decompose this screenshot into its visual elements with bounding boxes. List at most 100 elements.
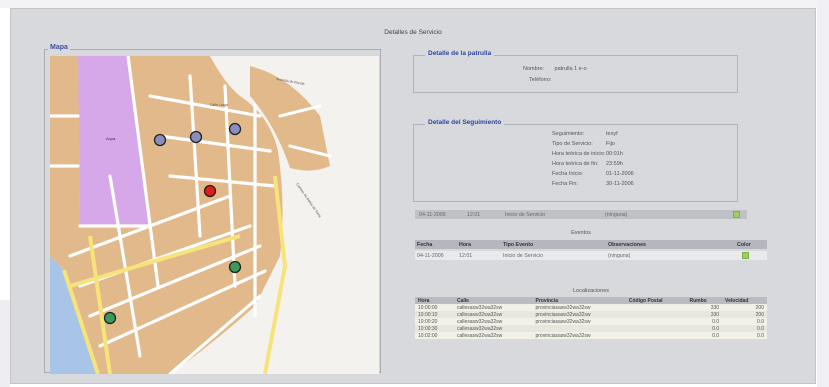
loc-hora: 10:00:00 (418, 304, 438, 311)
event-color-swatch (742, 252, 749, 259)
top-strip (0, 0, 829, 8)
current-event-date: 04-11-2006 (419, 212, 446, 218)
map-canvas: Aqua Avenida de Ronda Calle Larga Camino… (50, 56, 379, 374)
loc-col-hora: Hora (415, 297, 454, 304)
events-header: Fecha Hora Tipo Evento Observaciones Col… (415, 240, 767, 249)
tracking-value: 01-11-2006 (606, 171, 634, 177)
events-caption: Eventos (571, 230, 591, 236)
table-row[interactable]: 10:00:20 callesasw32wa32sw provinciasasw… (415, 318, 767, 325)
tracking-label: Hora teórica de inicio: (552, 151, 606, 157)
loc-velocidad: 0.0 (757, 332, 764, 339)
current-event-type: Inicio de Servicio (505, 212, 546, 218)
event-time: 12:01 (459, 253, 473, 259)
tracking-value: 00:01h (606, 151, 623, 157)
loc-col-rumbo: Rumbo (686, 297, 723, 304)
map-marker-1[interactable] (153, 133, 167, 147)
patrol-name-label: Nombre: (523, 66, 545, 72)
loc-rumbo: 330 (710, 311, 720, 318)
patrol-phone-row: Teléfono: (529, 77, 551, 83)
tracking-value: Fijo (606, 141, 615, 147)
loc-rumbo: 0.0 (712, 318, 720, 325)
map-view[interactable]: Aqua Avenida de Ronda Calle Larga Camino… (50, 56, 379, 374)
map-street-label: Calle Larga (210, 103, 228, 107)
event-date: 04-11-2006 (417, 253, 444, 259)
tracking-row: Fecha Inicio: 01-11-2006 (552, 171, 634, 177)
loc-calle: callesasw32wa32sw (456, 332, 503, 339)
locations-table: Hora Calle Provincia Código Postal Rumbo… (415, 297, 767, 339)
patrol-phone-label: Teléfono: (529, 77, 552, 83)
map-area-label: Aqua (106, 136, 116, 141)
patrol-name-value: patrulla 1 e-o (554, 66, 587, 72)
map-marker-2[interactable] (189, 130, 203, 144)
event-notes: (ninguna) (608, 253, 631, 259)
loc-calle: callesasw32wa32sw (456, 311, 503, 318)
tracking-value: 30-11-2006 (606, 181, 634, 187)
loc-cp (626, 304, 687, 311)
loc-provincia: provinciasasw32wa32sw (535, 304, 591, 311)
tracking-label: Fecha Fin: (552, 181, 578, 187)
table-row[interactable]: 10:00:30 callesasw32wa32sw 0.0 0.0 (415, 325, 767, 332)
current-event-time: 12:01 (467, 212, 481, 218)
table-row[interactable]: 10:02:00 callesasw32wa32sw provinciasasw… (415, 332, 767, 339)
patrol-fieldset (413, 55, 738, 93)
loc-provincia: provinciasasw32wa32sw (535, 318, 591, 325)
page-title: Detalles de Servicio (384, 29, 442, 36)
current-event-color-swatch (733, 211, 740, 218)
tracking-legend: Detalle del Seguimiento (425, 119, 505, 126)
tracking-row: Hora teórica de fin: 23:59h (552, 161, 623, 167)
loc-velocidad: 0.0 (757, 318, 764, 325)
loc-calle: callesasw32wa32sw (456, 325, 503, 332)
loc-hora: 10:00:10 (418, 311, 438, 318)
loc-col-velocidad: Velocidad (722, 297, 767, 304)
tracking-value: texyf (606, 131, 618, 137)
tracking-row: Fecha Fin: 30-11-2006 (552, 181, 634, 187)
loc-velocidad: 0.0 (757, 325, 764, 332)
table-row[interactable]: 10:00:10 callesasw32wa32sw provinciasasw… (415, 311, 767, 318)
patrol-legend: Detalle de la patrulla (425, 50, 495, 57)
tracking-value: 23:59h (606, 161, 623, 167)
loc-calle: callesasw32wa32sw (456, 318, 503, 325)
map-marker-5[interactable] (228, 260, 242, 274)
patrol-name-row: Nombre: patrulla 1 e-o (523, 66, 587, 72)
current-event-notes: (ninguna) (605, 212, 628, 218)
events-col-tipo: Tipo Evento (503, 242, 534, 248)
tracking-row: Tipo de Servicio: Fijo (552, 141, 615, 147)
loc-hora: 10:00:20 (418, 318, 438, 325)
loc-col-cp: Código Postal (625, 297, 687, 304)
loc-col-calle: Calle (453, 297, 533, 304)
tracking-row: Hora teórica de inicio:00:01h (552, 151, 623, 157)
left-strip (0, 300, 10, 387)
loc-col-provincia: Provincia (532, 297, 626, 304)
tracking-label: Hora teórica de fin: (552, 161, 599, 167)
loc-provincia (532, 325, 625, 332)
loc-velocidad: 200 (755, 304, 764, 311)
table-row[interactable]: 10:00:00 callesasw32wa32sw provinciasasw… (415, 304, 767, 311)
map-legend: Mapa (48, 44, 70, 51)
map-marker-3[interactable] (228, 122, 242, 136)
loc-rumbo: 330 (710, 304, 720, 311)
right-strip (817, 0, 829, 387)
map-marker-4[interactable] (203, 184, 217, 198)
loc-cp (626, 325, 687, 332)
loc-provincia: provinciasasw32wa32sw (535, 332, 591, 339)
locations-caption: Localizaciones (572, 288, 610, 294)
loc-hora: 10:02:00 (418, 332, 438, 339)
locations-header: Hora Calle Provincia Código Postal Rumbo… (415, 297, 767, 304)
events-col-fecha: Fecha (417, 242, 433, 248)
loc-cp (626, 311, 687, 318)
loc-hora: 10:00:30 (418, 325, 438, 332)
events-col-hora: Hora (459, 242, 472, 248)
events-col-color: Color (737, 242, 751, 248)
event-row[interactable]: 04-11-2006 12:01 Inicio de Servicio (nin… (415, 251, 767, 260)
loc-velocidad: 200 (755, 311, 764, 318)
loc-cp (626, 318, 687, 325)
current-event-row[interactable]: 04-11-2006 12:01 Inicio de Servicio (nin… (415, 210, 747, 219)
loc-rumbo: 0.0 (712, 325, 720, 332)
event-type: Inicio de Servicio (503, 253, 544, 259)
tracking-label: Tipo de Servicio: (552, 141, 593, 147)
map-marker-6[interactable] (103, 311, 117, 325)
events-col-observaciones: Observaciones (608, 242, 646, 248)
loc-provincia: provinciasasw32wa32sw (535, 311, 591, 318)
tracking-row: Seguimiento: texyf (552, 131, 618, 137)
tracking-label: Seguimiento: (552, 131, 585, 137)
